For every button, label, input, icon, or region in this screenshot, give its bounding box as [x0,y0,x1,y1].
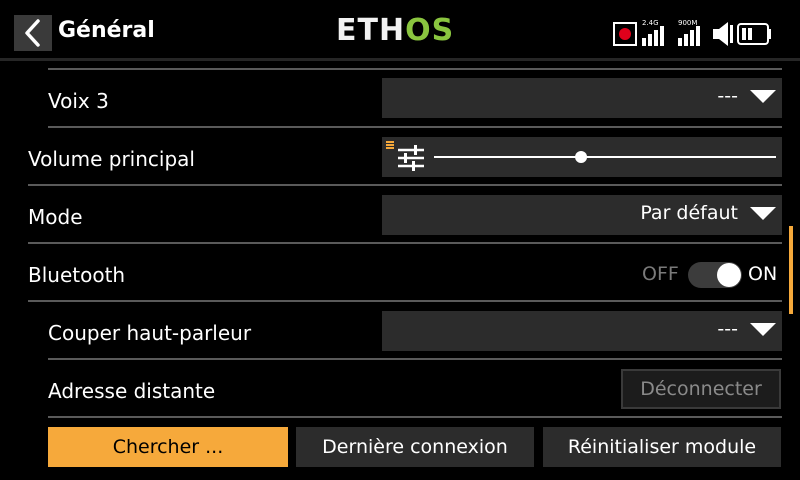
disconnect-button[interactable]: Déconnecter [621,369,781,409]
svg-text:2.4G: 2.4G [642,19,659,27]
scrollbar[interactable] [789,226,793,314]
record-icon [613,22,637,46]
last-connection-button[interactable]: Dernière connexion [296,427,534,467]
toggle-knob [717,263,741,287]
voice3-dropdown[interactable]: --- [382,78,782,118]
svg-text:900M: 900M [678,19,697,27]
mode-label: Mode [28,205,83,229]
status-icons: 2.4G 900M [612,14,792,50]
bluetooth-label: Bluetooth [28,263,126,287]
row-divider [28,242,782,244]
chevron-left-icon [25,19,40,47]
voice3-value: --- [717,85,738,107]
search-button[interactable]: Chercher ... [48,427,288,467]
bluetooth-on-label: ON [748,263,778,285]
page-title: Général [58,18,155,43]
mute-speaker-value: --- [717,318,738,340]
chevron-down-icon [750,207,776,220]
toggle-switch[interactable] [688,262,742,288]
row-divider [48,358,782,360]
rf-900m-signal-icon: 900M [678,19,700,46]
bluetooth-toggle[interactable]: OFF ON [640,258,785,292]
remote-address-label: Adresse distante [48,379,216,403]
chevron-down-icon [750,90,776,103]
menu-indicator-icon [386,141,394,149]
mode-value: Par défaut [640,202,738,224]
main-volume-label: Volume principal [28,147,195,171]
rf-24g-signal-icon: 2.4G [642,19,664,46]
row-divider [28,184,782,186]
row-divider [28,300,782,302]
mode-dropdown[interactable]: Par défaut [382,195,782,235]
volume-slider[interactable] [434,151,776,163]
header-divider [0,58,800,61]
ethos-logo: ETHOS [336,13,455,48]
volume-slider-knob[interactable] [575,151,588,163]
speaker-icon [713,22,733,46]
chevron-down-icon [750,323,776,336]
battery-icon [737,23,771,45]
voice3-label: Voix 3 [48,89,109,113]
bluetooth-off-label: OFF [642,263,679,285]
sliders-icon [398,145,424,171]
mute-speaker-dropdown[interactable]: --- [382,311,782,351]
row-divider [48,126,782,128]
mute-speaker-label: Couper haut-parleur [48,321,252,345]
row-divider [48,416,782,418]
top-bar: Général ETHOS 2.4G 900M [0,0,800,66]
back-button[interactable] [14,15,52,51]
row-divider [48,68,782,70]
reset-module-button[interactable]: Réinitialiser module [543,427,781,467]
main-volume-field [382,137,782,177]
